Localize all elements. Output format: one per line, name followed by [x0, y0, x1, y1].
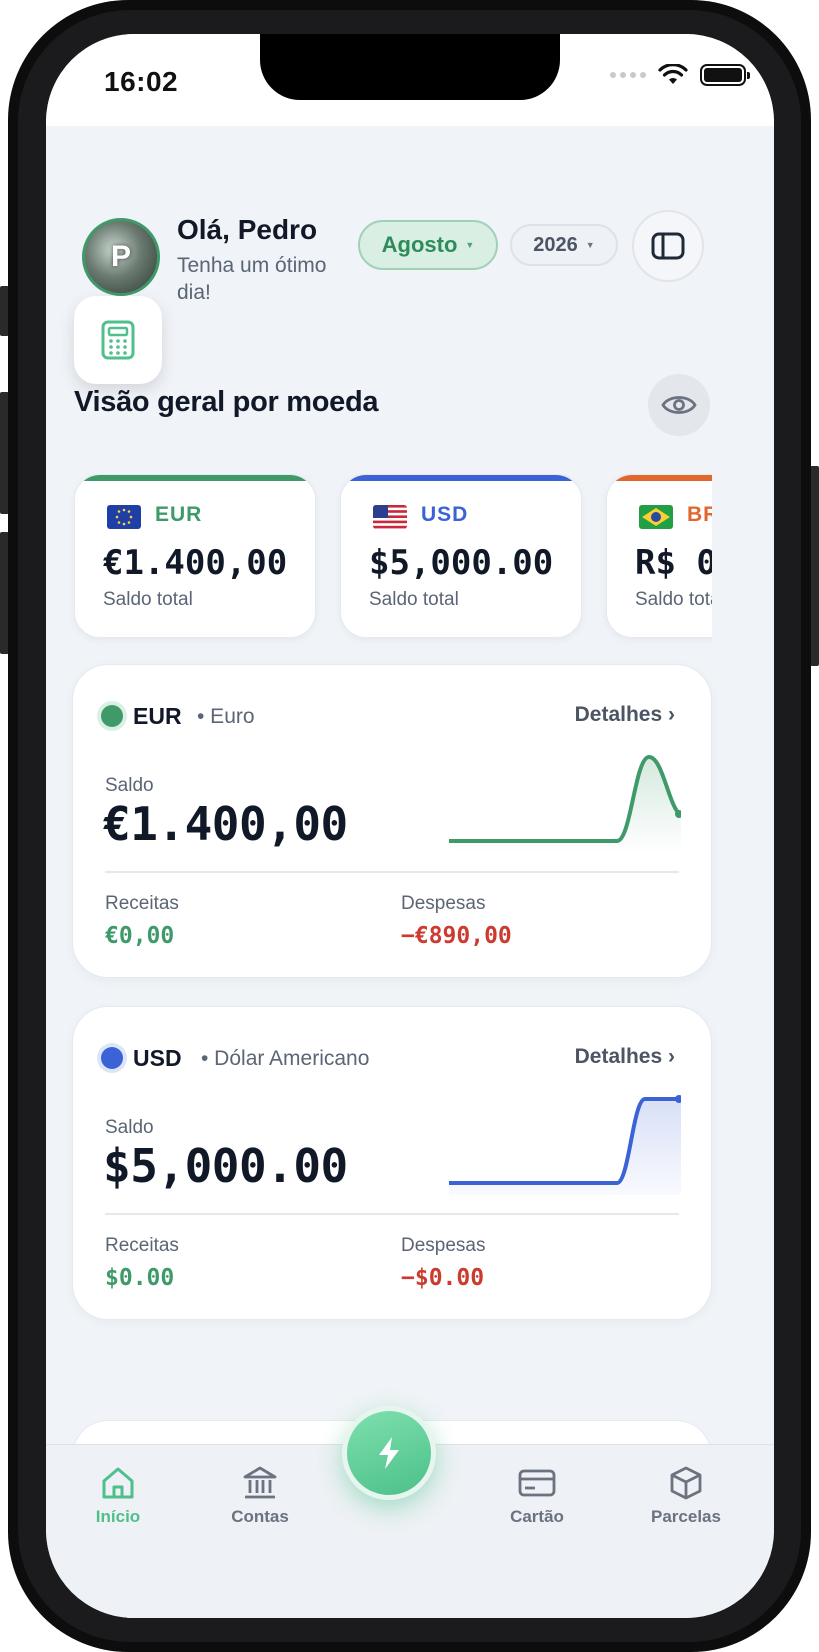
calculator-icon	[101, 320, 135, 360]
tab-cartao[interactable]: Cartão	[477, 1465, 597, 1527]
tab-label: Parcelas	[651, 1507, 721, 1526]
account-name: • Euro	[197, 705, 255, 728]
tab-label: Contas	[231, 1507, 289, 1526]
tab-contas[interactable]: Contas	[200, 1465, 320, 1527]
balance-sparkline	[449, 754, 681, 853]
account-code: EUR	[133, 703, 182, 729]
card-accent-bar	[341, 475, 581, 481]
balance-value: €1.400,00	[103, 797, 348, 851]
status-time: 16:02	[104, 66, 179, 97]
overview-title: Visão geral por moeda	[74, 386, 379, 418]
toggle-visibility-button[interactable]	[648, 374, 710, 436]
eye-icon	[661, 396, 697, 414]
power-button	[810, 466, 819, 666]
balance-value: $5,000.00	[103, 1139, 348, 1193]
lightning-icon	[379, 1437, 399, 1469]
currency-card-usd[interactable]: USD $5,000.00 Saldo total	[340, 474, 582, 638]
currency-label: Saldo total	[635, 589, 712, 610]
phone-screen: 16:02 P Olá, Pedro Tenha um ótimo dia! A…	[46, 34, 774, 1618]
cellular-signal-icon	[610, 72, 646, 78]
wifi-icon	[658, 64, 688, 84]
account-card-eur[interactable]: EUR • Euro Detalhes › Saldo €1.400,00 Re…	[72, 664, 712, 978]
year-selector[interactable]: 2026 ▼	[510, 224, 618, 266]
details-link[interactable]: Detalhes ›	[575, 1045, 675, 1069]
calculator-button[interactable]	[74, 296, 162, 384]
expense-value: −$0.00	[401, 1265, 485, 1291]
currency-card-eur[interactable]: EUR €1.400,00 Saldo total	[74, 474, 316, 638]
eu-flag-icon	[107, 505, 141, 529]
greeting-subtitle: Tenha um ótimo dia!	[177, 254, 327, 304]
currency-code: EUR	[155, 503, 203, 526]
income-label: Receitas	[105, 1235, 179, 1256]
income-value: €0,00	[105, 923, 175, 949]
income-value: $0.00	[105, 1265, 175, 1291]
currency-code: BRL	[687, 503, 712, 526]
balance-sparkline	[449, 1095, 681, 1195]
avatar[interactable]: P	[82, 218, 160, 296]
expense-label: Despesas	[401, 893, 486, 914]
card-divider	[105, 1213, 679, 1215]
details-link[interactable]: Detalhes ›	[575, 703, 675, 727]
bank-icon	[243, 1466, 277, 1499]
notch	[260, 34, 560, 100]
currency-cards-carousel[interactable]: EUR €1.400,00 Saldo total USD $5,000.00 …	[46, 474, 712, 654]
currency-amount: R$ 0,00	[635, 543, 712, 583]
card-accent-bar	[607, 475, 712, 481]
year-label: 2026	[533, 233, 578, 256]
income-label: Receitas	[105, 893, 179, 914]
tab-label: Cartão	[510, 1507, 564, 1526]
expense-value: −€890,00	[401, 923, 512, 949]
currency-dot	[101, 1047, 123, 1069]
chevron-down-icon: ▼	[585, 240, 595, 250]
status-icons	[610, 64, 750, 86]
home-icon	[102, 1467, 134, 1499]
expense-label: Despesas	[401, 1235, 486, 1256]
quick-action-button[interactable]	[342, 1406, 436, 1500]
account-name: • Dólar Americano	[201, 1047, 370, 1070]
br-flag-icon	[639, 505, 673, 529]
account-code: USD	[133, 1045, 182, 1071]
chevron-down-icon: ▼	[465, 240, 475, 250]
balance-label: Saldo	[105, 1117, 154, 1138]
status-bar: 16:02	[46, 34, 774, 126]
currency-card-brl[interactable]: BRL R$ 0,00 Saldo total	[606, 474, 712, 638]
currency-amount: $5,000.00	[369, 543, 554, 583]
card-accent-bar	[75, 475, 315, 481]
currency-label: Saldo total	[103, 589, 193, 610]
currency-amount: €1.400,00	[103, 543, 288, 583]
tab-parcelas[interactable]: Parcelas	[626, 1465, 746, 1527]
avatar-letter: P	[110, 240, 131, 273]
box-icon	[670, 1466, 702, 1500]
balance-label: Saldo	[105, 775, 154, 796]
us-flag-icon	[373, 505, 407, 529]
credit-card-icon	[518, 1469, 556, 1497]
tab-inicio[interactable]: Início	[58, 1465, 178, 1527]
card-divider	[105, 871, 679, 873]
sidebar-toggle-button[interactable]	[632, 210, 704, 282]
month-label: Agosto	[381, 232, 458, 257]
greeting-title: Olá, Pedro	[177, 214, 318, 245]
currency-label: Saldo total	[369, 589, 459, 610]
sidebar-toggle-icon	[651, 232, 685, 260]
currency-dot	[101, 705, 123, 727]
month-selector[interactable]: Agosto ▼	[358, 220, 498, 270]
tab-label: Início	[95, 1507, 141, 1526]
battery-icon	[700, 64, 750, 86]
account-card-usd[interactable]: USD • Dólar Americano Detalhes › Saldo $…	[72, 1006, 712, 1320]
currency-code: USD	[421, 503, 469, 526]
